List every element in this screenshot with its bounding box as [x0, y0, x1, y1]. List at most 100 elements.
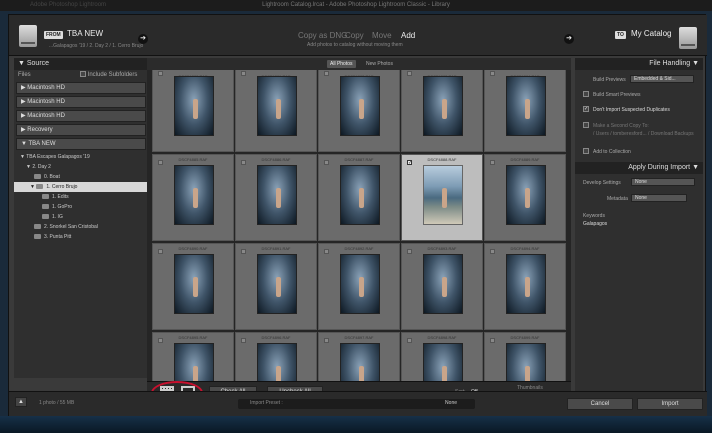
mode-copy[interactable]: Copy [345, 31, 364, 40]
tree-item-punta-pitt[interactable]: 3. Punta Pitt [14, 232, 148, 242]
import-button[interactable]: Import [637, 398, 703, 410]
include-subfolders[interactable]: Include Subfolders [80, 70, 137, 81]
photo-checkbox[interactable] [407, 249, 412, 254]
tab-new-photos[interactable]: New Photos [363, 60, 396, 68]
figure-silhouette [276, 188, 281, 208]
preset-value: None [445, 400, 457, 406]
photo-cell[interactable]: DSCF4896.RAF [235, 332, 317, 388]
build-previews-select[interactable]: Embedded & Sid... [630, 75, 694, 83]
photo-cell[interactable]: DSCF4885.RAF [152, 154, 234, 241]
photo-cell[interactable]: DSCF4894.RAF [484, 243, 566, 330]
desktop-background [0, 416, 712, 433]
photo-checkbox[interactable] [241, 71, 246, 76]
dont-import-duplicates-label: Don't Import Suspected Duplicates [593, 107, 670, 113]
photo-cell[interactable]: DSCF4882.RAF [318, 70, 400, 152]
photo-cell[interactable]: DSCF4887.RAF [318, 154, 400, 241]
second-copy-path[interactable]: / Users / tomberesford... / Download Bac… [593, 131, 694, 137]
photo-checkbox[interactable] [324, 71, 329, 76]
cancel-button[interactable]: Cancel [567, 398, 633, 410]
window-titlebar: Adobe Photoshop Lightroom Lightroom Cata… [0, 0, 712, 11]
add-to-collection-checkbox[interactable] [583, 148, 589, 154]
source-panel-header[interactable]: ▼ Source [14, 58, 148, 70]
photo-cell[interactable]: DSCF4884.RAF [484, 70, 566, 152]
build-smart-previews-checkbox[interactable] [583, 91, 589, 97]
apply-title: Apply During Import [628, 164, 691, 171]
mode-copy-as-dng[interactable]: Copy as DNG [298, 31, 347, 40]
dont-import-duplicates-checkbox[interactable]: ✓ [583, 106, 589, 112]
photo-checkbox[interactable] [490, 338, 495, 343]
drive-macintosh-hd-3[interactable]: ▶ Macintosh HD [16, 110, 146, 122]
tree-item-ig[interactable]: 1. IG [14, 212, 148, 222]
photo-cell[interactable]: DSCF4880.RAF [152, 70, 234, 152]
keywords-field[interactable]: Galapagos [583, 221, 607, 227]
tree-item-cerro-brujo[interactable]: ▼ 1. Cerro Brujo [14, 182, 148, 192]
folder-tree: ▼ TBA Escapes Galapagos '19 ▼ 2. Day 2 0… [14, 152, 148, 242]
mode-move[interactable]: Move [372, 31, 392, 40]
photo-cell[interactable]: DSCF4883.RAF [401, 70, 483, 152]
photo-cell[interactable]: DSCF4898.RAF [401, 332, 483, 388]
photo-cell[interactable]: DSCF4892.RAF [318, 243, 400, 330]
photo-checkbox[interactable] [490, 160, 495, 165]
photo-cell[interactable]: DSCF4889.RAF [484, 154, 566, 241]
photo-checkbox[interactable] [158, 71, 163, 76]
tree-item-day-2[interactable]: ▼ 2. Day 2 [14, 162, 148, 172]
apply-during-import-header[interactable]: Apply During Import ▼ [575, 162, 703, 174]
photo-checkbox[interactable] [490, 249, 495, 254]
photo-cell[interactable]: DSCF4893.RAF [401, 243, 483, 330]
folder-icon [42, 194, 49, 200]
photo-checkbox[interactable] [158, 160, 163, 165]
metadata-select[interactable]: None [631, 194, 687, 202]
photo-cell[interactable]: DSCF4881.RAF [235, 70, 317, 152]
photo-cell[interactable]: DSCF4897.RAF [318, 332, 400, 388]
photo-checkbox[interactable] [324, 338, 329, 343]
photo-cell[interactable]: DSCF4895.RAF [152, 332, 234, 388]
right-panel: File Handling ▼ Build Previews Embedded … [575, 58, 703, 403]
tree-item-gopro[interactable]: 1. GoPro [14, 202, 148, 212]
photo-thumbnail [174, 165, 214, 225]
window-title: Lightroom Catalog.lrcat - Adobe Photosho… [262, 2, 450, 8]
import-preset[interactable]: Import Preset : None [238, 399, 475, 409]
drive-macintosh-hd-2[interactable]: ▶ Macintosh HD [16, 96, 146, 108]
source-arrow-icon: ➔ [138, 34, 148, 44]
photo-checkbox[interactable] [158, 249, 163, 254]
second-copy-checkbox[interactable] [583, 122, 589, 128]
photo-cell[interactable]: DSCF4891.RAF [235, 243, 317, 330]
drive-recovery[interactable]: ▶ Recovery [16, 124, 146, 136]
photo-checkbox[interactable] [324, 160, 329, 165]
photo-checkbox[interactable] [241, 160, 246, 165]
photo-checkbox[interactable] [241, 249, 246, 254]
photo-thumbnail [257, 165, 297, 225]
tree-item-galapagos[interactable]: ▼ TBA Escapes Galapagos '19 [14, 152, 148, 162]
photo-checkbox[interactable] [490, 71, 495, 76]
expand-up-icon[interactable]: ▲ [15, 397, 27, 407]
photo-cell[interactable]: DSCF4888.RAF ✓ [401, 154, 483, 241]
destination-name[interactable]: My Catalog [631, 29, 671, 38]
metadata-label: Metadata [607, 196, 628, 202]
figure-silhouette [525, 277, 530, 297]
file-handling-header[interactable]: File Handling ▼ [575, 58, 703, 70]
photo-checkbox[interactable] [324, 249, 329, 254]
photo-cell[interactable]: DSCF4890.RAF [152, 243, 234, 330]
photo-checkbox[interactable] [158, 338, 163, 343]
figure-silhouette [276, 277, 281, 297]
folder-icon [34, 174, 41, 180]
tree-item-edits[interactable]: 1. Edits [14, 192, 148, 202]
develop-settings-select[interactable]: None [631, 178, 695, 186]
dest-arrow-icon: ➔ [564, 34, 574, 44]
photo-checkbox[interactable] [407, 71, 412, 76]
tab-all-photos[interactable]: All Photos [327, 60, 356, 68]
source-selector[interactable]: TBA NEW [67, 29, 103, 38]
photo-checkbox[interactable] [407, 338, 412, 343]
photo-thumbnail [340, 165, 380, 225]
tree-item-snorkel[interactable]: 2. Snorkel San Cristobal [14, 222, 148, 232]
drive-label: Macintosh HD [27, 85, 65, 91]
include-subfolders-checkbox[interactable] [80, 71, 86, 78]
drive-macintosh-hd-1[interactable]: ▶ Macintosh HD [16, 82, 146, 94]
photo-cell[interactable]: DSCF4886.RAF [235, 154, 317, 241]
photo-cell[interactable]: DSCF4899.RAF [484, 332, 566, 388]
mode-add[interactable]: Add [401, 31, 415, 40]
tree-item-boat[interactable]: 0. Boat [14, 172, 148, 182]
photo-checkbox[interactable] [241, 338, 246, 343]
drive-tba-new[interactable]: ▼ TBA NEW [16, 138, 146, 150]
photo-checkbox[interactable]: ✓ [407, 160, 412, 166]
